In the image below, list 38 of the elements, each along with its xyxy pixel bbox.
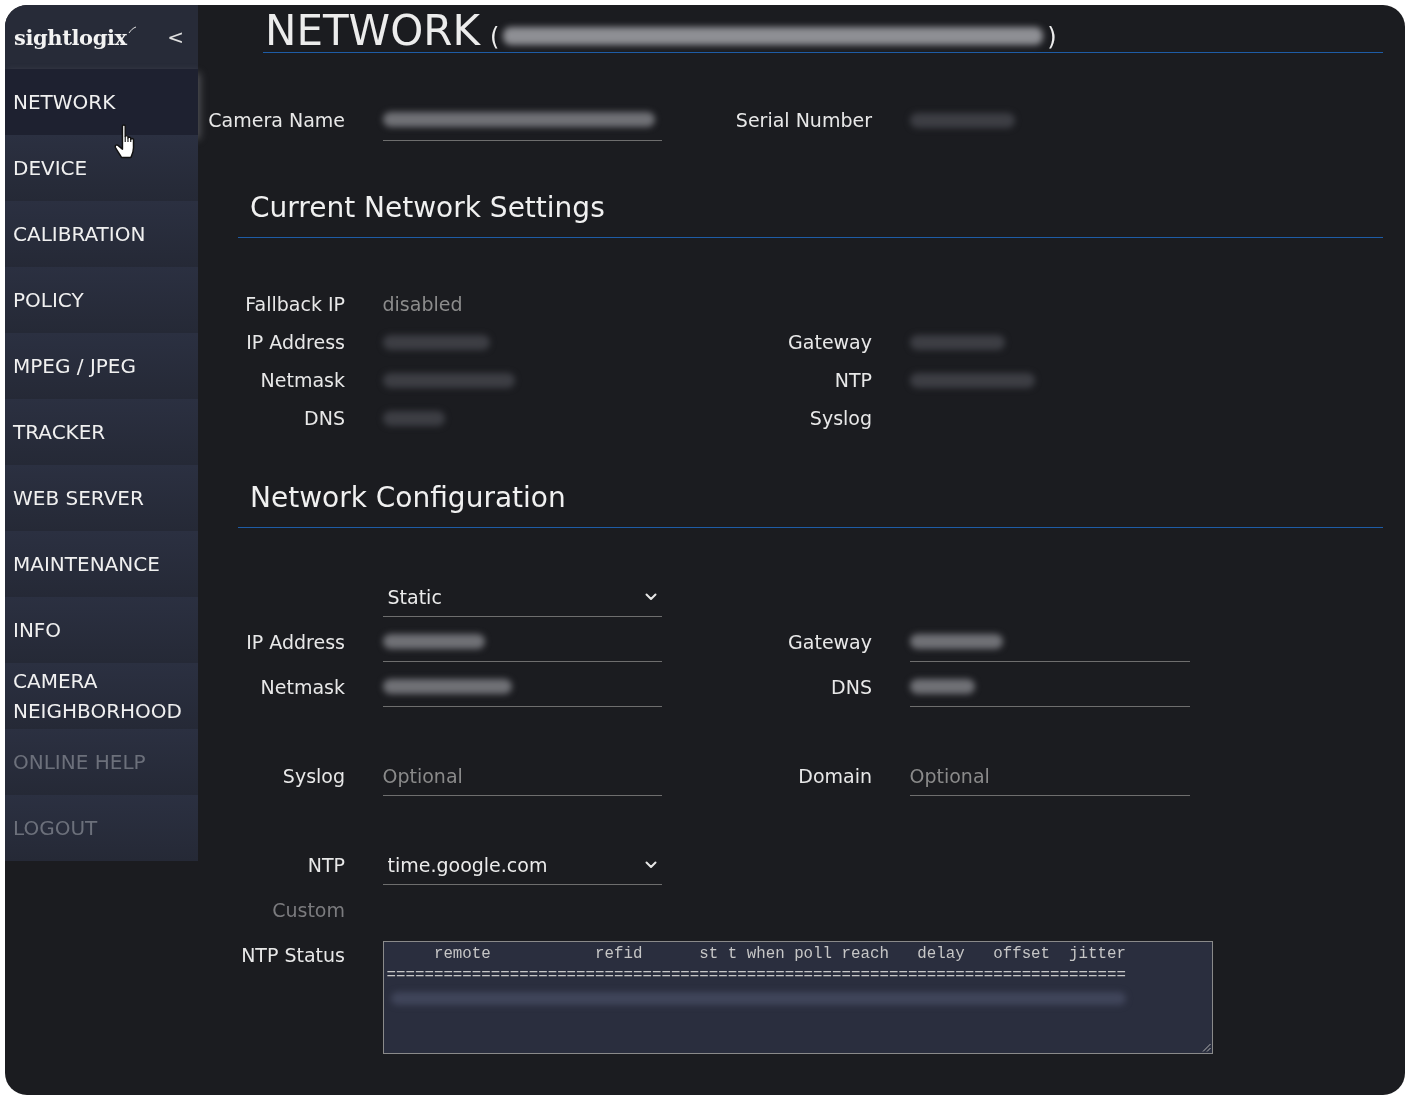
section-heading: Current Network Settings	[238, 190, 1383, 238]
field-label: Custom	[272, 899, 345, 921]
field-label: Netmask	[260, 676, 345, 698]
dropdown[interactable]: Static	[382, 577, 662, 617]
field-label: DNS	[304, 407, 345, 429]
field-label: Syslog	[282, 765, 345, 787]
resize-grip-icon	[1201, 1043, 1211, 1052]
input-field[interactable]: Optional	[909, 756, 1190, 796]
section-heading: Network Configuration	[238, 480, 1383, 528]
field-label: Camera Name	[208, 109, 345, 131]
output-line: ==============================================================================	[386, 965, 1127, 986]
field-label: IP Address	[246, 331, 345, 353]
sidebar-item[interactable]: NETWORK	[5, 69, 198, 135]
input-field[interactable]: Optional	[382, 756, 662, 796]
paren-text: )	[1047, 23, 1057, 51]
field-label: NTP	[834, 369, 872, 391]
output-line: remote refid st t when poll reach delay offset jitter	[432, 944, 1127, 965]
field-label: IP Address	[246, 631, 345, 653]
chevron-down-icon	[644, 860, 657, 869]
field-label: Netmask	[260, 369, 345, 391]
field-label: Serial Number	[735, 109, 872, 131]
field-label: Gateway	[788, 331, 872, 353]
logo-text: sightlogix	[14, 24, 127, 50]
text-area[interactable]: remote refid st t when poll reach delay offset jitter ==============================================================================	[382, 941, 1213, 1054]
chevron-down-icon	[644, 592, 657, 601]
field-label: Syslog	[809, 407, 872, 429]
field-label: DNS	[831, 676, 872, 698]
field-label: NTP Status	[241, 943, 345, 968]
paren-text: (	[489, 23, 500, 51]
field-value: disabled	[382, 293, 463, 315]
dropdown[interactable]: time.google.com	[382, 845, 662, 885]
field-label: Domain	[798, 765, 872, 787]
field-label: Fallback IP	[245, 293, 345, 315]
field-label: Gateway	[788, 631, 872, 653]
page-title: NETWORK	[265, 9, 480, 53]
swoosh-icon	[127, 26, 137, 34]
field-label: NTP	[307, 854, 345, 876]
collapse-button[interactable]: <	[161, 23, 190, 51]
